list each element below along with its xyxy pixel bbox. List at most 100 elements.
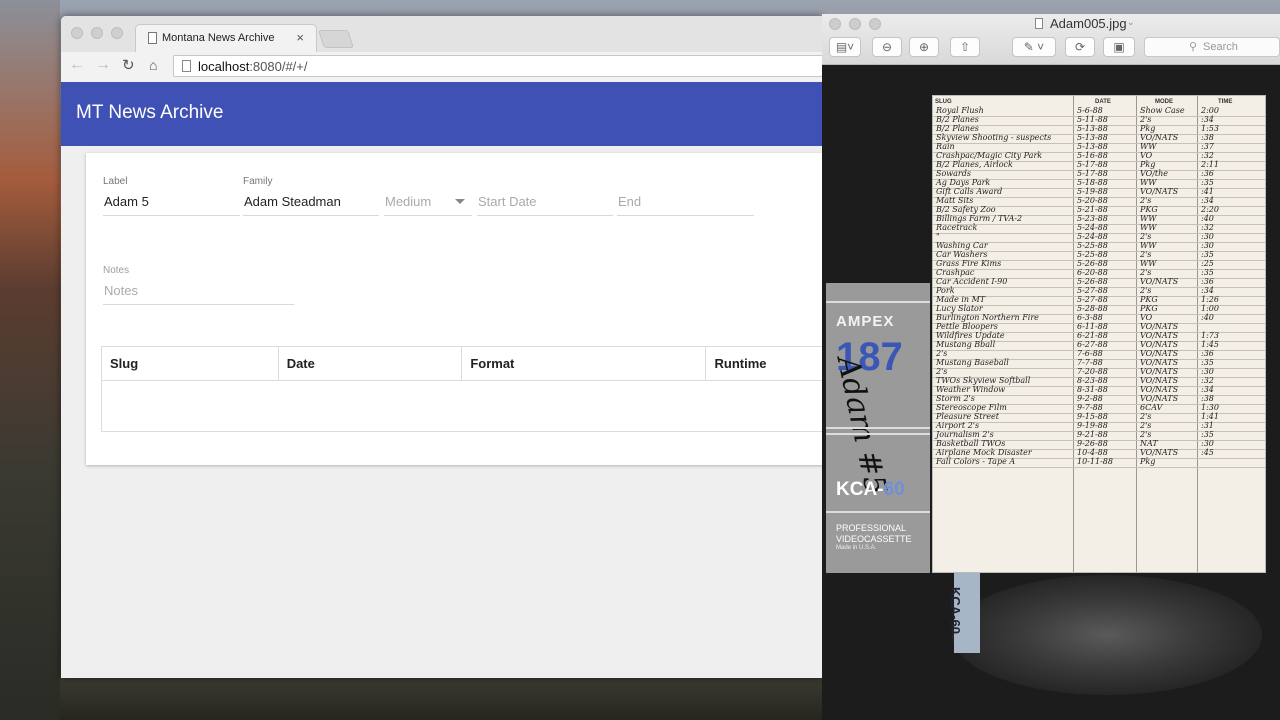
log-mode: VO/NATS — [1140, 394, 1179, 403]
log-slug: Storm 2's — [936, 394, 975, 403]
close-window-button[interactable] — [71, 27, 83, 39]
log-time: :38 — [1201, 394, 1214, 403]
log-date: 5-27-88 — [1077, 295, 1108, 304]
log-time: :35 — [1201, 358, 1214, 367]
log-slug: Airport 2's — [936, 421, 980, 430]
log-mode: 2's — [1140, 115, 1152, 124]
log-date: 8-23-88 — [1077, 376, 1108, 385]
log-mode: VO/NATS — [1140, 277, 1179, 286]
desktop-wallpaper — [0, 0, 60, 720]
log-date: 5-13-88 — [1077, 124, 1108, 133]
notes-field[interactable]: Notes Notes — [103, 265, 294, 305]
input-underline — [103, 215, 240, 216]
log-mode: WW — [1140, 178, 1157, 187]
zoom-out-icon[interactable]: ⊖ — [872, 37, 902, 57]
column-header-slug[interactable]: Slug — [101, 346, 279, 381]
share-icon[interactable]: ⇧ — [950, 37, 980, 57]
family-input[interactable]: Adam Steadman — [244, 194, 341, 209]
chevron-down-icon[interactable]: ⌄ — [1127, 17, 1135, 28]
log-mode: 2's — [1140, 412, 1152, 421]
log-mode: VO — [1140, 151, 1153, 160]
medium-select[interactable]: Medium — [384, 176, 472, 216]
family-field[interactable]: Family Adam Steadman — [243, 176, 379, 216]
log-date: 6-11-88 — [1077, 322, 1108, 331]
table-empty-row — [101, 380, 822, 432]
log-slug: Journalism 2's — [936, 430, 994, 439]
zoom-window-button[interactable] — [869, 18, 881, 30]
sidebar-toggle-button[interactable]: ▤˅ — [829, 37, 861, 57]
log-date: 9-19-88 — [1077, 421, 1108, 430]
log-time: :35 — [1201, 178, 1214, 187]
page-icon — [148, 32, 157, 44]
log-mode: VO/NATS — [1140, 340, 1179, 349]
log-time: :35 — [1201, 430, 1214, 439]
log-time: :35 — [1201, 250, 1214, 259]
log-date: 6-3-88 — [1077, 313, 1103, 322]
log-mode: WW — [1140, 214, 1157, 223]
log-slug: Airplane Mock Disaster — [936, 448, 1032, 457]
column-header-date[interactable]: Date — [277, 346, 463, 381]
start-date-field[interactable]: Start Date — [477, 176, 613, 216]
log-slug: Washing Car — [936, 241, 988, 250]
home-icon[interactable]: ⌂ — [149, 57, 157, 73]
log-mode: 2's — [1140, 232, 1152, 241]
log-mode: WW — [1140, 241, 1157, 250]
new-tab-button[interactable] — [318, 30, 354, 48]
log-mode: VO/the — [1140, 169, 1168, 178]
label-input[interactable]: Adam 5 — [104, 194, 149, 209]
log-slug: Billings Farm / TVA-2 — [936, 214, 1023, 223]
tape-description: PROFESSIONAL VIDEOCASSETTE — [836, 523, 912, 545]
label-field[interactable]: Label Adam 5 — [103, 176, 240, 216]
url-text: localhost:8080/#/+/ — [198, 59, 308, 74]
markup-pen-icon[interactable]: ✎ ˅ — [1012, 37, 1056, 57]
tape-model-prefix: KCA- — [836, 479, 884, 500]
log-date: 5-17-88 — [1077, 160, 1108, 169]
zoom-window-button[interactable] — [111, 27, 123, 39]
rotate-icon[interactable]: ⟳ — [1065, 37, 1095, 57]
log-time: :38 — [1201, 133, 1214, 142]
log-time: :30 — [1201, 367, 1214, 376]
zoom-in-icon[interactable]: ⊕ — [909, 37, 939, 57]
browser-tab[interactable]: Montana News Archive × — [135, 24, 317, 52]
toolbox-icon[interactable]: ▣ — [1103, 37, 1135, 57]
minimize-window-button[interactable] — [849, 18, 861, 30]
log-date: 5-23-88 — [1077, 214, 1108, 223]
log-mode: VO/NATS — [1140, 133, 1179, 142]
log-time: 1:41 — [1201, 412, 1219, 421]
log-mode: VO/NATS — [1140, 349, 1179, 358]
log-mode: 2's — [1140, 268, 1152, 277]
log-date: 5-24-88 — [1077, 232, 1108, 241]
address-bar[interactable]: localhost:8080/#/+/ — [173, 55, 822, 77]
log-mode: VO/NATS — [1140, 385, 1179, 394]
log-header-date: DATE — [1095, 99, 1111, 105]
log-time: 1:30 — [1201, 403, 1219, 412]
preview-search-field[interactable]: ⚲ Search — [1144, 37, 1280, 57]
close-window-button[interactable] — [829, 18, 841, 30]
label-stripe — [826, 511, 930, 513]
input-underline — [617, 215, 754, 216]
log-date: 5-18-88 — [1077, 178, 1108, 187]
log-time: 1:26 — [1201, 295, 1219, 304]
desktop-wallpaper-foreground — [60, 678, 822, 720]
input-underline — [384, 215, 472, 216]
search-placeholder: Search — [1203, 41, 1238, 53]
log-slug: B/2 Safety Zoo — [936, 205, 996, 214]
log-mode: VO/NATS — [1140, 367, 1179, 376]
reload-icon[interactable]: ↻ — [122, 56, 135, 74]
minimize-window-button[interactable] — [91, 27, 103, 39]
log-date: 6-27-88 — [1077, 340, 1108, 349]
log-mode: 2's — [1140, 250, 1152, 259]
browser-window: Montana News Archive × ← → ↻ ⌂ localhost… — [61, 16, 822, 678]
log-time: :40 — [1201, 214, 1214, 223]
app-title: MT News Archive — [76, 102, 224, 123]
forward-arrow-icon[interactable]: → — [95, 56, 111, 74]
log-time: 2:11 — [1201, 160, 1219, 169]
log-time: :36 — [1201, 277, 1214, 286]
column-header-format[interactable]: Format — [461, 346, 707, 381]
column-header-runtime[interactable]: Runtime — [705, 346, 822, 381]
end-date-field[interactable]: End — [617, 176, 754, 216]
log-time: 1:53 — [1201, 124, 1219, 133]
log-date: 6-20-88 — [1077, 268, 1108, 277]
tab-close-icon[interactable]: × — [296, 30, 304, 45]
back-arrow-icon[interactable]: ← — [69, 56, 85, 74]
